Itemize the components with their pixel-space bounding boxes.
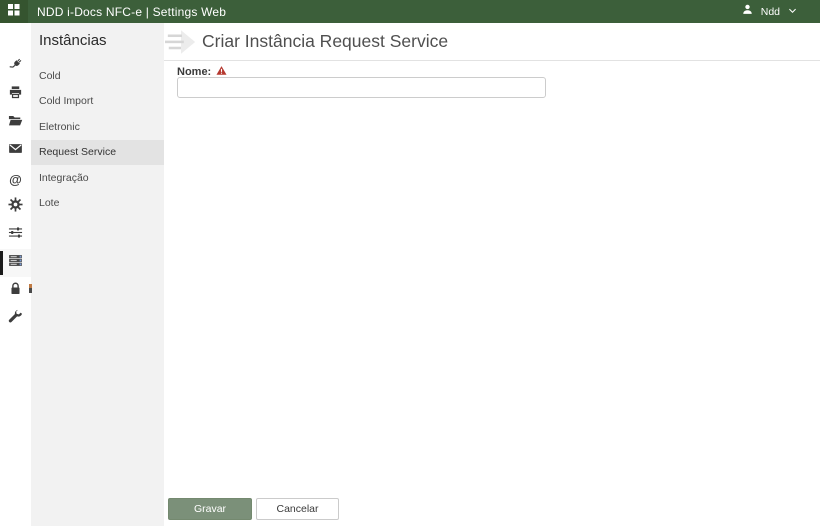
sidebar-title: Instâncias: [39, 32, 107, 49]
app-window: NDD i-Docs NFC-e | Settings Web Ndd @ In…: [0, 0, 820, 526]
page-title: Criar Instância Request Service: [202, 31, 449, 51]
sidebar-item-label: Request Service: [39, 146, 117, 159]
name-input[interactable]: [177, 77, 546, 98]
rail-item-folder[interactable]: [0, 109, 31, 137]
rail-item-sliders[interactable]: [0, 221, 31, 249]
main-content: Criar Instância Request Service Nome: Gr…: [164, 23, 820, 526]
form-actions: Gravar Cancelar: [168, 498, 339, 520]
user-name: Ndd: [760, 5, 780, 18]
app-title: NDD i-Docs NFC-e | Settings Web: [37, 4, 227, 19]
user-icon: [741, 3, 754, 21]
rail-item-instances[interactable]: [0, 249, 31, 277]
sidebar-item-eletronic[interactable]: Eletronic: [31, 114, 164, 140]
sidebar-menu: Cold Cold Import Eletronic Request Servi…: [31, 63, 164, 216]
sidebar-item-request-service[interactable]: Request Service: [31, 139, 164, 165]
rail-item-at[interactable]: @: [0, 165, 31, 193]
instances-stack-icon: [8, 253, 23, 273]
app-launcher-button[interactable]: [0, 0, 28, 23]
folder-open-icon: [8, 113, 23, 133]
lock-icon: [8, 281, 23, 301]
rail-item-printer[interactable]: [0, 81, 31, 109]
rail-item-plug[interactable]: [0, 53, 31, 81]
plug-icon: [8, 57, 23, 77]
sliders-icon: [8, 225, 23, 245]
gear-icon: [8, 197, 23, 217]
sidebar-item-label: Cold: [39, 69, 61, 82]
waffle-grid-icon: [8, 3, 20, 21]
sidebar-item-integracao[interactable]: Integração: [31, 165, 164, 191]
sidebar-item-cold[interactable]: Cold: [31, 63, 164, 89]
save-button[interactable]: Gravar: [168, 498, 252, 520]
cancel-button[interactable]: Cancelar: [256, 498, 339, 520]
rail-item-mail[interactable]: [0, 137, 31, 165]
mail-icon: [8, 141, 23, 161]
rail-item-lock[interactable]: [0, 277, 31, 305]
sidebar-item-label: Integração: [39, 171, 89, 184]
chevron-down-icon[interactable]: [787, 3, 798, 21]
rail-item-wrench[interactable]: [0, 305, 31, 333]
clipped-tooltip-fragment: [29, 284, 32, 293]
user-menu[interactable]: Ndd: [741, 0, 798, 23]
topbar: NDD i-Docs NFC-e | Settings Web Ndd: [0, 0, 820, 23]
sidebar-item-label: Cold Import: [39, 95, 94, 108]
instance-header-icon: [165, 28, 197, 62]
sidebar-item-cold-import[interactable]: Cold Import: [31, 89, 164, 115]
rail-item-gear[interactable]: [0, 193, 31, 221]
wrench-icon: [8, 309, 23, 329]
printer-icon: [8, 85, 23, 105]
sidebar-item-lote[interactable]: Lote: [31, 191, 164, 217]
at-icon: @: [9, 171, 22, 187]
page-header: Criar Instância Request Service: [164, 23, 820, 61]
sidebar-instancias: Instâncias Cold Cold Import Eletronic Re…: [31, 23, 164, 526]
sidebar-item-label: Lote: [39, 197, 60, 210]
sidebar-item-label: Eletronic: [39, 120, 80, 133]
icon-rail: @: [0, 23, 31, 526]
